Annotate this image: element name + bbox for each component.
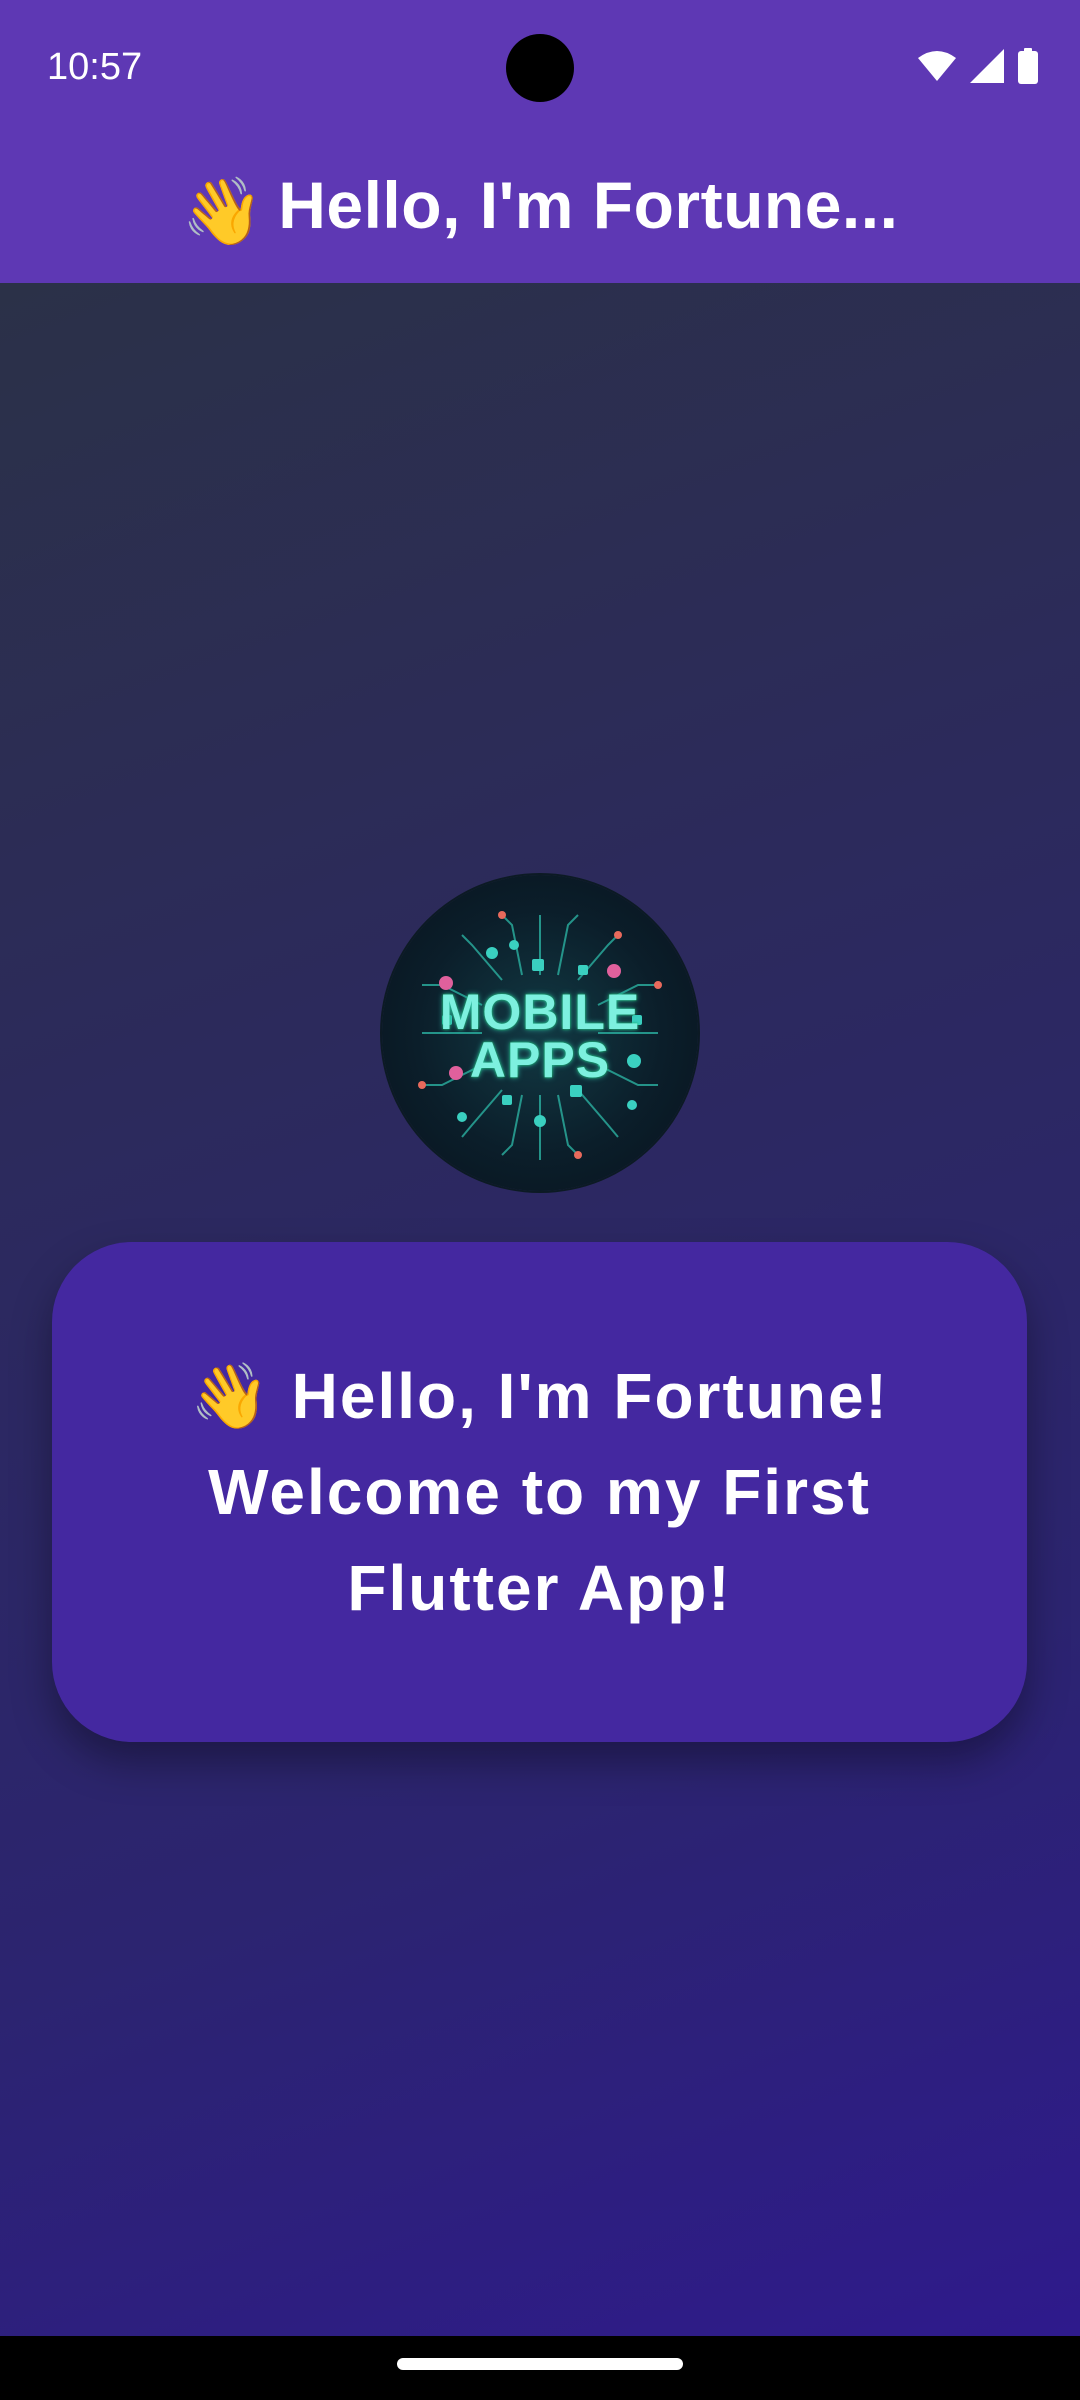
status-bar: 10:57: [0, 0, 1080, 134]
app-bar-title-text: Hello, I'm Fortune...: [278, 167, 899, 242]
app-bar-title: 👋 Hello, I'm Fortune...: [182, 167, 899, 251]
greeting-line-3: Flutter App!: [347, 1552, 732, 1624]
greeting-text: 👋 Hello, I'm Fortune! Welcome to my Firs…: [190, 1348, 889, 1636]
camera-cutout: [506, 34, 574, 102]
status-time: 10:57: [47, 46, 143, 88]
signal-icon: [970, 49, 1004, 87]
waving-hand-icon: 👋: [181, 173, 265, 248]
app-bar: 👋 Hello, I'm Fortune...: [0, 134, 1080, 283]
greeting-line-2: Welcome to my First: [208, 1456, 871, 1528]
navigation-bar: [0, 2336, 1080, 2400]
logo-text-apps: APPS: [469, 1032, 611, 1088]
greeting-line-1: 👋 Hello, I'm Fortune!: [190, 1348, 889, 1444]
home-gesture-handle[interactable]: [397, 2358, 683, 2370]
battery-icon: [1018, 48, 1038, 88]
waving-hand-icon: 👋: [190, 1360, 272, 1432]
wifi-icon: [918, 50, 956, 86]
mobile-apps-logo: MOBILE APPS: [382, 875, 698, 1191]
greeting-line-1-text: Hello, I'm Fortune!: [291, 1360, 889, 1432]
greeting-card: 👋 Hello, I'm Fortune! Welcome to my Firs…: [52, 1242, 1027, 1742]
status-icons: [918, 48, 1038, 88]
